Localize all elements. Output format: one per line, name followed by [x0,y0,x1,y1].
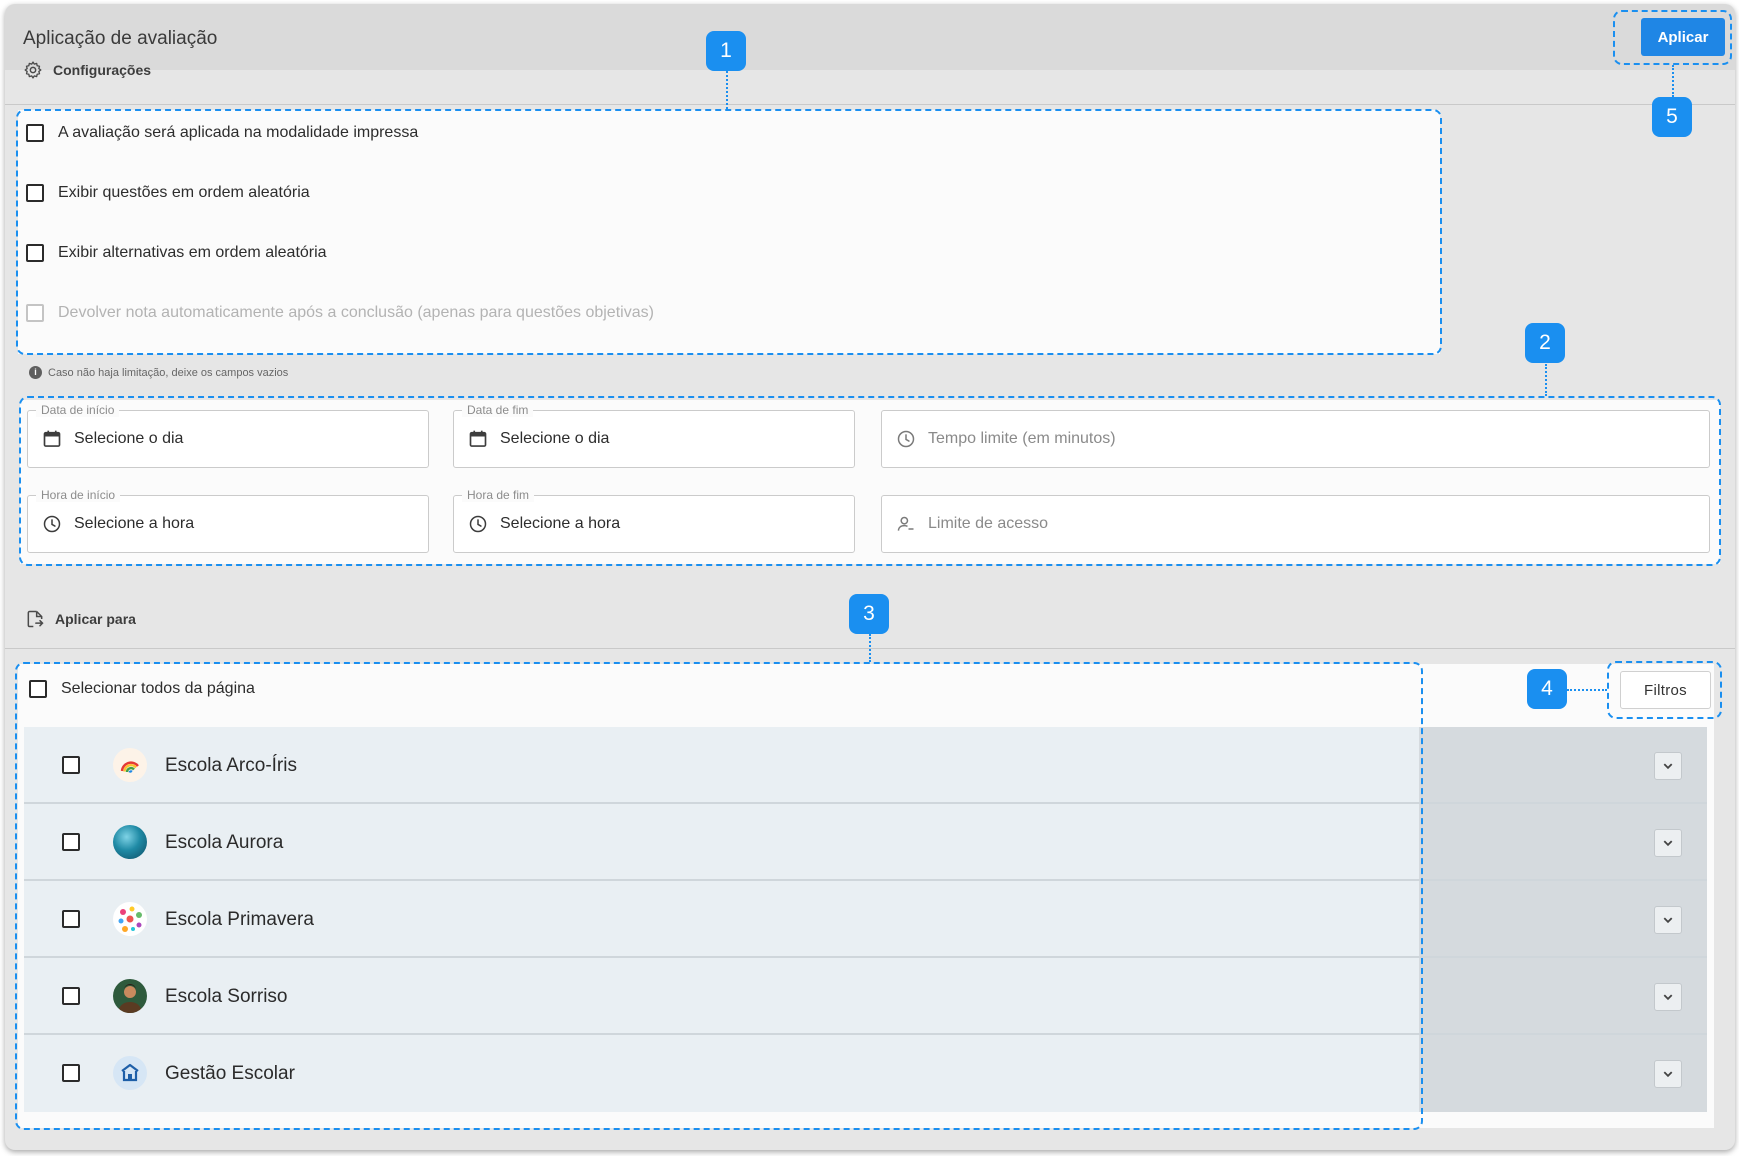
chevron-down-icon[interactable] [1654,829,1682,857]
annotation-connector [1545,364,1547,396]
annotation-badge-3: 3 [849,594,889,634]
gear-icon [24,61,42,79]
divider [5,104,1735,105]
annotation-connector [726,66,728,109]
annotation-box-apply [1613,10,1732,65]
annotation-box-list [15,662,1423,1130]
annotation-badge-1: 1 [706,31,746,71]
annotation-connector [1567,689,1607,691]
chevron-down-icon[interactable] [1654,906,1682,934]
share-file-icon [27,610,44,628]
annotation-box-fields [19,396,1721,566]
settings-heading-label: Configurações [53,62,152,78]
apply-to-heading-label: Aplicar para [55,611,136,627]
annotation-connector [1672,65,1674,97]
apply-to-heading: Aplicar para [25,609,136,629]
annotation-connector [869,634,871,662]
chevron-down-icon[interactable] [1654,752,1682,780]
chevron-down-icon[interactable] [1654,1060,1682,1088]
hint-text: Caso não haja limitação, deixe os campos… [48,366,289,379]
limit-hint: i Caso não haja limitação, deixe os camp… [29,366,288,379]
annotation-badge-5: 5 [1652,97,1692,137]
info-icon: i [29,366,42,379]
chevron-down-icon[interactable] [1654,983,1682,1011]
annotation-box-settings [16,109,1442,355]
page-title: Aplicação de avaliação [23,28,218,49]
dialog-header: Aplicação de avaliação Aplicar [5,4,1735,70]
settings-heading: Configurações [23,60,151,80]
annotation-badge-2: 2 [1525,323,1565,363]
annotation-badge-4: 4 [1527,669,1567,709]
evaluation-dialog: Aplicação de avaliação Aplicar Configura… [5,4,1735,1150]
annotation-box-filters [1607,661,1722,719]
